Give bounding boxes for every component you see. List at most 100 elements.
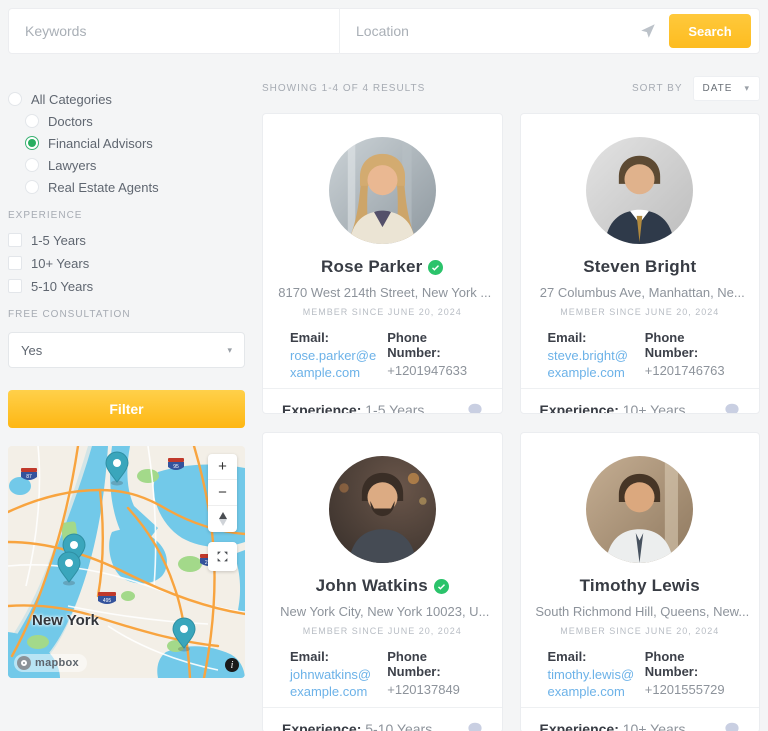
phone-value: +120137849 (387, 682, 474, 697)
category-label: All Categories (31, 92, 112, 107)
avatar (329, 456, 436, 563)
svg-text:95: 95 (173, 464, 179, 470)
sort-value: DATE (703, 83, 733, 94)
map-attribution-icon[interactable]: i (225, 658, 239, 672)
category-lawyers[interactable]: Lawyers (25, 158, 245, 172)
phone-label: Phone Number: (645, 330, 732, 360)
profile-address: New York City, New York 10023, U... (280, 604, 489, 619)
sort-select[interactable]: DATE ▾ (693, 76, 760, 101)
checkbox-icon[interactable] (8, 279, 22, 293)
results-panel: SHOWING 1-4 OF 4 RESULTS SORT BY DATE ▾ (262, 62, 760, 731)
category-label: Doctors (48, 114, 93, 129)
checkbox-label: 5-10 Years (31, 279, 93, 294)
free-consultation-select[interactable]: Yes ▾ (8, 332, 245, 368)
experience-1-5[interactable]: 1-5 Years (8, 233, 245, 247)
category-all[interactable]: All Categories (8, 92, 245, 106)
member-since: MEMBER SINCE JUNE 20, 2024 (281, 307, 484, 317)
experience-value: 10+ Years (623, 402, 686, 414)
profile-name: Rose Parker (321, 257, 422, 277)
experience-label: Experience: (540, 402, 619, 414)
chat-icon[interactable] (467, 403, 483, 414)
svg-text:87: 87 (26, 474, 32, 480)
profile-address: 27 Columbus Ave, Manhattan, Ne... (540, 285, 745, 300)
member-since: MEMBER SINCE JUNE 20, 2024 (539, 307, 742, 317)
svg-text:495: 495 (103, 598, 112, 604)
mapbox-icon (17, 656, 31, 670)
verified-badge-icon (428, 260, 443, 275)
email-label: Email: (290, 649, 377, 664)
email-link[interactable]: johnwatkins@example.com (290, 667, 377, 701)
radio-icon[interactable] (8, 92, 22, 106)
chat-icon[interactable] (724, 722, 740, 731)
search-button[interactable]: Search (669, 14, 751, 48)
category-doctors[interactable]: Doctors (25, 114, 245, 128)
experience-10-plus[interactable]: 10+ Years (8, 256, 245, 270)
experience-5-10[interactable]: 5-10 Years (8, 279, 245, 293)
checkbox-label: 10+ Years (31, 256, 89, 271)
experience-label: Experience: (282, 402, 361, 414)
chat-icon[interactable] (467, 722, 483, 731)
email-link[interactable]: rose.parker@example.com (290, 348, 377, 382)
experience-row: Experience: 1-5 Years (282, 402, 424, 414)
phone-value: +1201746763 (645, 363, 732, 378)
category-real-estate-agents[interactable]: Real Estate Agents (25, 180, 245, 194)
profile-card: Rose Parker 8170 West 214th Street, New … (262, 113, 503, 414)
keywords-input[interactable] (9, 9, 339, 53)
email-link[interactable]: timothy.lewis@example.com (548, 667, 635, 701)
phone-label: Phone Number: (645, 649, 732, 679)
experience-row: Experience: 10+ Years (540, 721, 686, 731)
geolocate-icon[interactable] (639, 22, 657, 40)
email-label: Email: (548, 649, 635, 664)
search-bar: Search (8, 8, 760, 54)
results-count: SHOWING 1-4 OF 4 RESULTS (262, 83, 425, 94)
mapbox-text: mapbox (35, 657, 79, 669)
filter-button[interactable]: Filter (8, 390, 245, 428)
profile-address: 8170 West 214th Street, New York ... (278, 285, 491, 300)
category-label: Real Estate Agents (48, 180, 159, 195)
category-financial-advisors[interactable]: Financial Advisors (25, 136, 245, 150)
email-label: Email: (290, 330, 377, 345)
radio-icon[interactable] (25, 158, 39, 172)
filters-sidebar: All Categories Doctors Financial Advisor… (8, 62, 245, 731)
phone-value: +1201555729 (645, 682, 732, 697)
map[interactable]: 87 95 278 495 (8, 446, 245, 678)
radio-checked-icon[interactable] (25, 136, 39, 150)
checkbox-icon[interactable] (8, 256, 22, 270)
sort-by-label: SORT BY (632, 83, 683, 94)
profile-name: Timothy Lewis (580, 576, 700, 596)
checkbox-icon[interactable] (8, 233, 22, 247)
experience-section-label: EXPERIENCE (8, 210, 245, 221)
zoom-out-button[interactable]: − (208, 480, 237, 506)
location-input[interactable] (340, 9, 639, 53)
fullscreen-icon[interactable] (208, 542, 237, 571)
phone-label: Phone Number: (387, 330, 474, 360)
phone-label: Phone Number: (387, 649, 474, 679)
email-label: Email: (548, 330, 635, 345)
profile-address: South Richmond Hill, Queens, New... (535, 604, 749, 619)
email-link[interactable]: steve.bright@example.com (548, 348, 635, 382)
compass-icon[interactable] (208, 506, 237, 532)
phone-value: +1201947633 (387, 363, 474, 378)
experience-label: Experience: (282, 721, 361, 731)
select-value: Yes (21, 343, 42, 358)
experience-value: 10+ Years (623, 721, 686, 731)
chevron-down-icon: ▾ (227, 345, 232, 356)
category-label: Lawyers (48, 158, 96, 173)
zoom-in-button[interactable]: + (208, 454, 237, 480)
mapbox-logo[interactable]: mapbox (14, 654, 87, 672)
results-grid: Rose Parker 8170 West 214th Street, New … (262, 113, 760, 731)
experience-value: 5-10 Years (365, 721, 432, 731)
free-consultation-label: FREE CONSULTATION (8, 309, 245, 320)
experience-row: Experience: 10+ Years (540, 402, 686, 414)
member-since: MEMBER SINCE JUNE 20, 2024 (539, 626, 742, 636)
profile-card: Timothy Lewis South Richmond Hill, Queen… (520, 432, 761, 731)
experience-row: Experience: 5-10 Years (282, 721, 432, 731)
verified-badge-icon (434, 579, 449, 594)
map-city-label: New York (32, 612, 99, 629)
category-label: Financial Advisors (48, 136, 153, 151)
chat-icon[interactable] (724, 403, 740, 414)
radio-icon[interactable] (25, 114, 39, 128)
member-since: MEMBER SINCE JUNE 20, 2024 (281, 626, 484, 636)
experience-value: 1-5 Years (365, 402, 424, 414)
radio-icon[interactable] (25, 180, 39, 194)
